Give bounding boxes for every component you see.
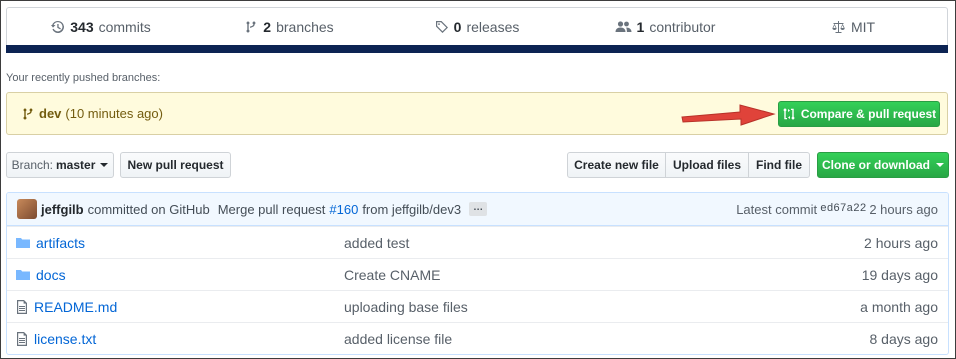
new-pull-request-button[interactable]: New pull request <box>120 152 231 178</box>
commit-author[interactable]: jeffgilb <box>41 202 84 217</box>
folder-icon <box>16 236 30 250</box>
avatar[interactable] <box>17 199 37 219</box>
git-compare-icon <box>782 107 796 121</box>
file-icon <box>16 299 28 314</box>
create-new-file-button[interactable]: Create new file <box>567 152 666 178</box>
commit-pr-link[interactable]: #160 <box>329 202 358 217</box>
latest-commit-label: Latest commit <box>736 201 818 217</box>
file-commit-message[interactable]: uploading base files <box>344 299 860 315</box>
commit-sha[interactable]: ed67a22 <box>820 203 866 215</box>
repo-summary-bar: 343 commits 2 branches 0 releases 1 cont… <box>6 7 948 53</box>
upload-files-button[interactable]: Upload files <box>665 152 749 178</box>
file-name-link[interactable]: license.txt <box>34 331 96 347</box>
branches-label: branches <box>276 19 334 35</box>
people-icon <box>615 20 632 34</box>
tag-icon <box>435 20 449 34</box>
file-commit-message[interactable]: added license file <box>344 331 870 347</box>
table-row: README.md uploading base files a month a… <box>7 290 948 322</box>
git-branch-icon <box>244 20 258 34</box>
file-age: 8 days ago <box>869 330 939 347</box>
file-name-link[interactable]: README.md <box>34 299 117 315</box>
branch-select-value: master <box>56 158 96 172</box>
file-commit-message[interactable]: added test <box>344 235 864 251</box>
file-icon <box>16 331 28 346</box>
releases-count: 0 <box>453 19 462 35</box>
file-age: 19 days ago <box>861 266 938 283</box>
clone-download-button[interactable]: Clone or download <box>817 152 949 178</box>
releases-link[interactable]: 0 releases <box>383 8 571 46</box>
file-listing: jeffgilb committed on GitHub Merge pull … <box>6 192 949 355</box>
recent-branch: dev (10 minutes ago) <box>21 106 163 121</box>
recent-branches-label: Your recently pushed branches: <box>6 72 161 84</box>
table-row: artifacts added test 2 hours ago <box>7 226 948 258</box>
git-branch-icon <box>21 107 35 121</box>
table-row: license.txt added license file 8 days ag… <box>7 322 948 354</box>
branch-select-button[interactable]: Branch: master <box>6 152 114 178</box>
compare-pull-request-button[interactable]: Compare & pull request <box>778 101 940 127</box>
annotation-arrow <box>681 104 776 126</box>
find-file-button[interactable]: Find file <box>748 152 810 178</box>
file-age: a month ago <box>860 298 938 315</box>
expand-commit-button[interactable]: … <box>469 202 488 216</box>
contributors-link[interactable]: 1 contributor <box>571 8 759 46</box>
file-name-link[interactable]: artifacts <box>36 235 85 251</box>
license-link[interactable]: MIT <box>759 8 947 46</box>
contributors-count: 1 <box>636 19 645 35</box>
releases-label: releases <box>466 19 520 35</box>
commit-pr-from[interactable]: from jeffgilb/dev3 <box>362 202 461 217</box>
recent-branch-name[interactable]: dev <box>39 106 61 121</box>
compare-pull-request-label: Compare & pull request <box>800 107 937 121</box>
commits-label: commits <box>98 19 151 35</box>
clone-download-label: Clone or download <box>822 158 930 172</box>
recent-branch-time: (10 minutes ago) <box>65 106 163 121</box>
latest-commit-bar: jeffgilb committed on GitHub Merge pull … <box>7 193 948 226</box>
commits-link[interactable]: 343 commits <box>7 8 195 46</box>
chevron-down-icon <box>100 163 109 167</box>
table-row: docs Create CNAME 19 days ago <box>7 258 948 290</box>
commits-count: 343 <box>70 19 94 35</box>
branches-count: 2 <box>263 19 272 35</box>
chevron-down-icon <box>936 163 944 167</box>
recent-branch-banner: dev (10 minutes ago) Compare & pull requ… <box>6 92 948 135</box>
file-actions-group: Create new file Upload files Find file <box>567 152 810 178</box>
law-icon <box>831 20 846 34</box>
file-name-link[interactable]: docs <box>36 267 66 283</box>
history-icon <box>51 20 65 34</box>
commit-committed-on: committed on GitHub <box>87 201 210 217</box>
language-bar[interactable] <box>6 45 948 53</box>
license-label: MIT <box>850 19 876 35</box>
commit-message[interactable]: Merge pull request <box>218 202 326 217</box>
folder-icon <box>16 268 30 282</box>
commit-time: 2 hours ago <box>869 201 938 217</box>
file-commit-message[interactable]: Create CNAME <box>344 267 862 283</box>
branch-select-prefix: Branch: <box>11 158 53 172</box>
file-age: 2 hours ago <box>864 234 938 251</box>
branches-link[interactable]: 2 branches <box>195 8 383 46</box>
contributors-label: contributor <box>649 19 716 35</box>
